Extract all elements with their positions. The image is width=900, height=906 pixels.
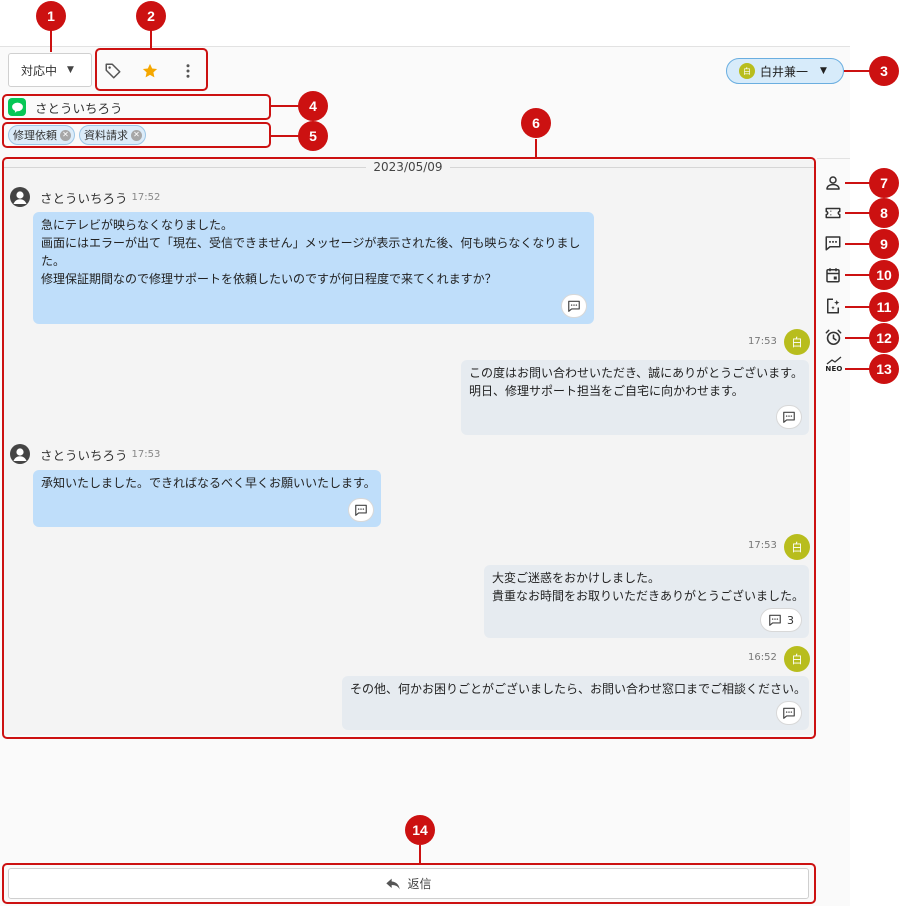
callout-badge: 9 <box>869 229 899 259</box>
callout-line-6 <box>535 139 537 158</box>
customer-info-button[interactable] <box>822 172 844 194</box>
callout-badge: 4 <box>298 91 328 121</box>
callout-box-6 <box>2 157 816 739</box>
comment-button[interactable] <box>822 232 844 254</box>
callout-badge: 13 <box>869 354 899 384</box>
callout-line-3 <box>844 70 870 72</box>
callout-box-5 <box>2 122 271 148</box>
assignee-avatar: 白 <box>739 63 755 79</box>
alarm-icon <box>825 329 841 345</box>
neo-label: NEO <box>825 365 843 373</box>
callout-badge: 14 <box>405 815 435 845</box>
callout-badge: 1 <box>36 1 66 31</box>
callout-line-4 <box>271 105 300 107</box>
callout-badge: 7 <box>869 168 899 198</box>
callout-badge: 5 <box>298 121 328 151</box>
ticket-button[interactable] <box>822 202 844 224</box>
chevron-down-icon: ▼ <box>820 66 827 76</box>
chevron-down-icon: ▼ <box>67 65 74 75</box>
neo-icon <box>826 356 842 365</box>
status-label: 対応中 <box>21 63 58 78</box>
comment-icon <box>825 236 841 251</box>
callout-line-5 <box>271 135 300 137</box>
status-dropdown[interactable]: 対応中 ▼ <box>8 53 92 87</box>
callout-box-4 <box>2 94 271 120</box>
callout-badge: 2 <box>136 1 166 31</box>
callout-line-2 <box>150 30 152 49</box>
callout-line-12 <box>845 337 870 339</box>
callout-line-11 <box>845 306 870 308</box>
assignee-button[interactable]: 白 白井兼一 ▼ <box>726 58 844 84</box>
callout-box-14 <box>2 863 816 904</box>
neo-button[interactable]: NEO <box>823 356 845 378</box>
person-icon <box>826 176 840 190</box>
callout-line-8 <box>845 212 870 214</box>
ai-sparkle-icon <box>827 298 840 314</box>
assignee-name: 白井兼一 <box>760 64 809 79</box>
calendar-icon <box>826 268 840 283</box>
callout-line-9 <box>845 243 870 245</box>
callout-box-2 <box>95 48 208 91</box>
callout-line-7 <box>845 182 870 184</box>
sidebar-divider <box>817 158 850 159</box>
callout-badge: 11 <box>869 292 899 322</box>
callout-line-13 <box>845 368 870 370</box>
callout-line-1 <box>50 30 52 52</box>
callout-line-14 <box>419 845 421 864</box>
callout-badge: 10 <box>869 260 899 290</box>
callout-badge: 6 <box>521 108 551 138</box>
callout-badge: 3 <box>869 56 899 86</box>
reminder-button[interactable] <box>822 326 844 348</box>
ai-assist-button[interactable] <box>822 295 844 317</box>
callout-line-10 <box>845 274 870 276</box>
callout-badge: 12 <box>869 323 899 353</box>
ticket-icon <box>825 207 841 219</box>
calendar-button[interactable] <box>822 264 844 286</box>
callout-badge: 8 <box>869 198 899 228</box>
